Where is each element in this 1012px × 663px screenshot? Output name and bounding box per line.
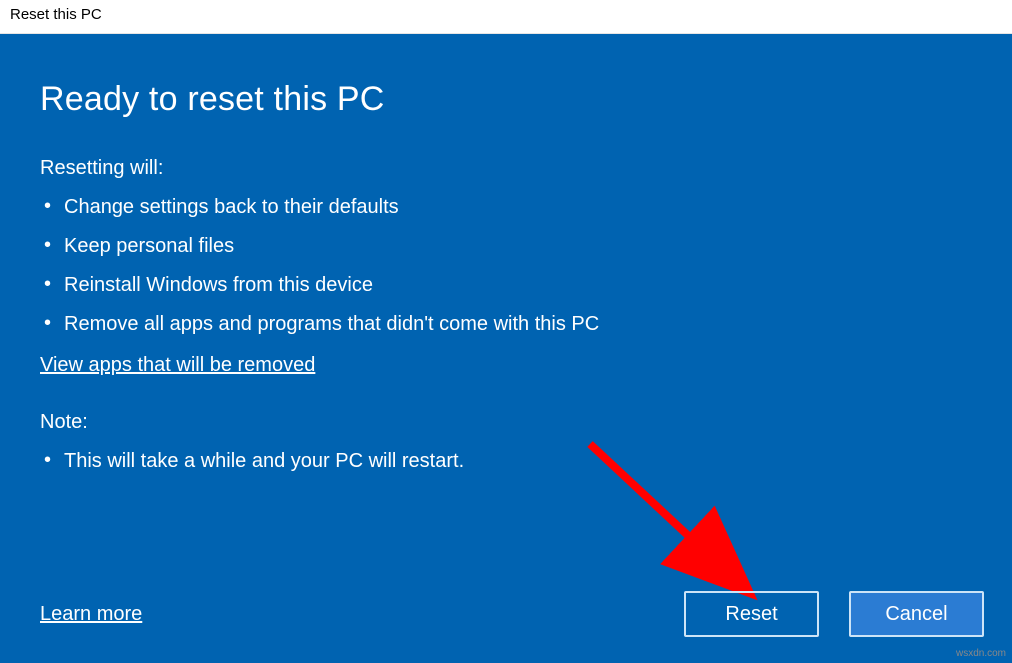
reset-button[interactable]: Reset: [684, 591, 819, 637]
list-item: Keep personal files: [42, 227, 972, 266]
list-item: This will take a while and your PC will …: [42, 442, 972, 481]
resetting-list: Change settings back to their defaults K…: [40, 188, 972, 344]
list-item: Change settings back to their defaults: [42, 188, 972, 227]
note-list: This will take a while and your PC will …: [40, 442, 972, 481]
footer-row: Learn more Reset Cancel: [40, 591, 992, 637]
page-heading: Ready to reset this PC: [40, 80, 972, 119]
resetting-section: Resetting will: Change settings back to …: [40, 157, 972, 344]
note-section: Note: This will take a while and your PC…: [40, 411, 972, 481]
note-label: Note:: [40, 411, 972, 434]
learn-more-link[interactable]: Learn more: [40, 603, 142, 626]
window-titlebar: Reset this PC: [0, 0, 1012, 34]
resetting-label: Resetting will:: [40, 157, 972, 180]
window-title: Reset this PC: [10, 6, 102, 23]
list-item: Reinstall Windows from this device: [42, 266, 972, 305]
view-apps-link[interactable]: View apps that will be removed: [40, 354, 315, 377]
button-group: Reset Cancel: [684, 591, 992, 637]
watermark-text: wsxdn.com: [956, 648, 1006, 659]
list-item: Remove all apps and programs that didn't…: [42, 305, 972, 344]
cancel-button[interactable]: Cancel: [849, 591, 984, 637]
reset-panel: Ready to reset this PC Resetting will: C…: [0, 34, 1012, 663]
